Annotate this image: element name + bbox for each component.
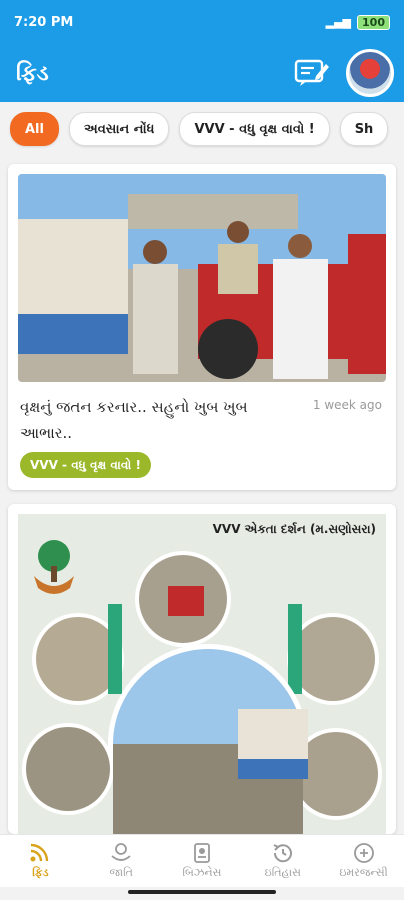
post-card[interactable]: VVV એકતા દર્શન (મ.સણોસરા) xyxy=(8,504,396,834)
profile-avatar[interactable] xyxy=(346,49,394,97)
post-photo[interactable] xyxy=(18,174,386,382)
rss-icon xyxy=(30,843,49,862)
nav-business[interactable]: બિઝનેસ xyxy=(162,835,243,887)
collage-image xyxy=(22,540,382,834)
nav-label: ઇમરજન્સી xyxy=(339,866,388,879)
status-time: 7:20 PM xyxy=(14,14,74,30)
status-bar: 7:20 PM ▂▄▆ 100 xyxy=(0,0,404,44)
collage-caption: VVV એકતા દર્શન (મ.સણોસરા) xyxy=(212,522,376,536)
chip-more[interactable]: Sh xyxy=(339,112,389,146)
post-title: વૃક્ષનું જતન કરનાર.. સહુનો ખુબ ખુબ આભાર.… xyxy=(20,398,248,442)
sos-icon xyxy=(353,843,374,863)
nav-caste[interactable]: જાતિ xyxy=(81,835,162,887)
badge-icon xyxy=(194,843,210,863)
battery-icon: 100 xyxy=(357,14,390,30)
nav-history[interactable]: ઇતિહાસ xyxy=(242,835,323,887)
nav-label: જાતિ xyxy=(109,866,133,879)
nav-feed[interactable]: ફિડ xyxy=(0,835,81,887)
category-chips: All અવસાન નોંધ VVV - વધુ વૃક્ષ વાવો ! Sh xyxy=(0,102,404,156)
nav-emergency[interactable]: ઇમરજન્સી xyxy=(323,835,404,887)
nav-label: ઇતિહાસ xyxy=(264,866,301,879)
post-timestamp: 1 week ago xyxy=(312,398,382,412)
post-tag[interactable]: VVV - વધુ વૃક્ષ વાવો ! xyxy=(20,452,151,478)
tree-logo-icon xyxy=(34,540,74,594)
app-title: ફિડ xyxy=(16,60,49,86)
nav-label: બિઝનેસ xyxy=(182,866,222,879)
app-bar: ફિડ xyxy=(0,44,404,102)
chip-all[interactable]: All xyxy=(10,112,59,146)
chip-vvv[interactable]: VVV - વધુ વૃક્ષ વાવો ! xyxy=(179,112,330,146)
chip-obituary[interactable]: અવસાન નોંધ xyxy=(68,112,170,146)
bottom-nav: ફિડ જાતિ બિઝનેસ ઇતિહાસ ઇમરજન્સી xyxy=(0,834,404,887)
signal-icon: ▂▄▆ xyxy=(325,15,352,29)
edit-note-icon[interactable] xyxy=(294,58,330,88)
app-actions xyxy=(294,49,394,97)
status-icons: ▂▄▆ 100 xyxy=(325,14,390,30)
post-card[interactable]: વૃક્ષનું જતન કરનાર.. સહુનો ખુબ ખુબ આભાર.… xyxy=(8,164,396,490)
history-icon xyxy=(273,844,292,863)
nav-label: ફિડ xyxy=(32,866,49,879)
hands-icon xyxy=(111,843,131,861)
post-collage[interactable]: VVV એકતા દર્શન (મ.સણોસરા) xyxy=(18,514,386,834)
home-indicator xyxy=(128,890,276,894)
